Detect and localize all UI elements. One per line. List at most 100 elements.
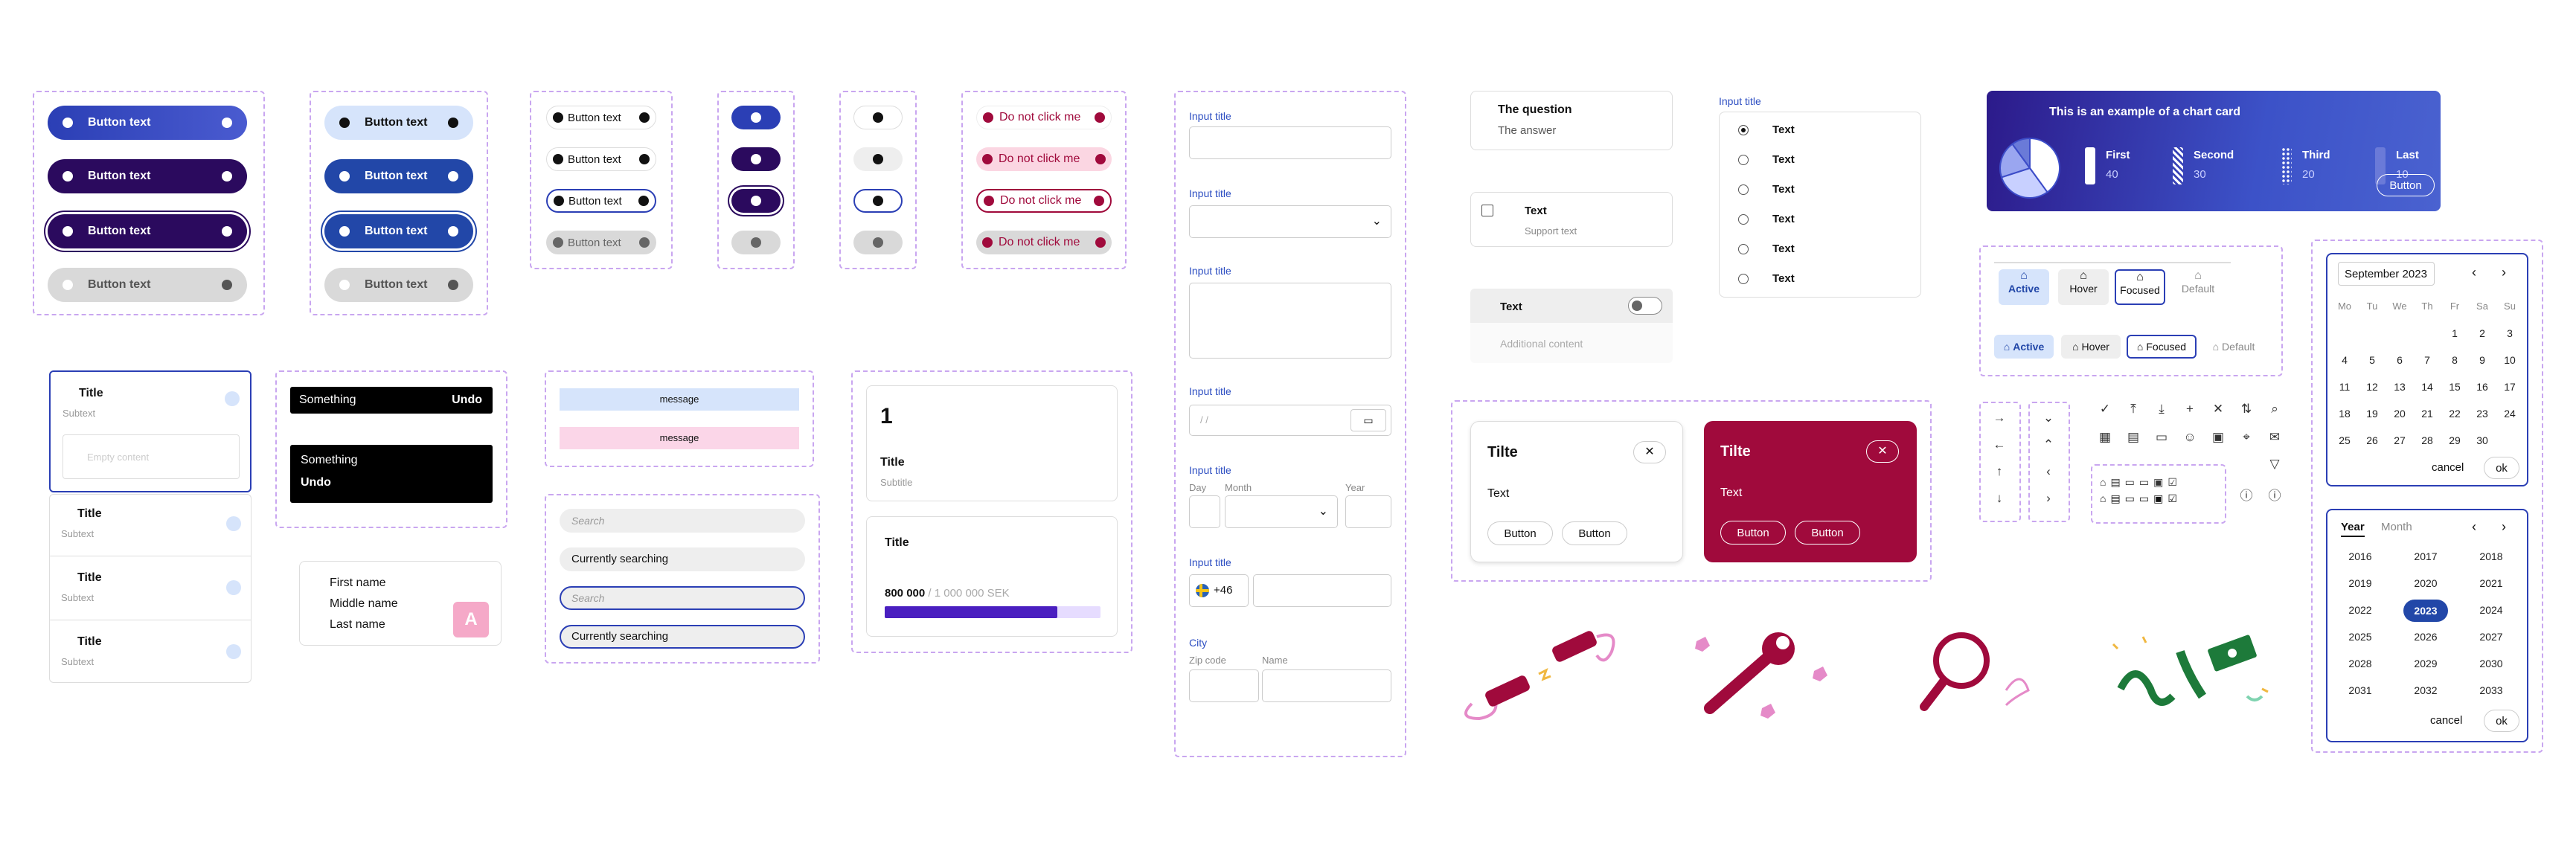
radio-button[interactable] [1738, 214, 1749, 225]
calendar-day[interactable]: 6 [2390, 354, 2409, 366]
calendar-day[interactable]: 2 [2473, 327, 2492, 339]
calendar-day[interactable]: 14 [2418, 381, 2437, 393]
search-input[interactable]: Search [560, 509, 805, 533]
year-option[interactable]: 2025 [2338, 631, 2383, 643]
calendar-day[interactable]: 26 [2362, 434, 2382, 446]
tab-month[interactable]: Month [2381, 521, 2412, 533]
calendar-day[interactable]: 13 [2390, 381, 2409, 393]
chip-active[interactable]: ⌂ Active [1994, 335, 2054, 359]
calendar-day[interactable]: 5 [2362, 354, 2382, 366]
danger-button-disabled[interactable]: Do not click me [976, 231, 1112, 254]
danger-button-hover[interactable]: Do not click me [976, 147, 1112, 171]
nav-item-active[interactable]: ⌂ Active [1999, 269, 2049, 305]
calendar-day[interactable]: 17 [2500, 381, 2519, 393]
chevron-left-icon[interactable]: ‹ [2472, 265, 2476, 280]
danger-button-focused[interactable]: Do not click me [976, 189, 1112, 213]
stat-card[interactable]: 1 Title Subtitle [866, 385, 1118, 501]
year-option[interactable]: 2016 [2338, 550, 2383, 562]
calendar-day[interactable]: 30 [2473, 434, 2492, 446]
focused-button[interactable]: Button text [48, 214, 247, 248]
calendar-day[interactable]: 28 [2418, 434, 2437, 446]
calendar-day[interactable]: 16 [2473, 381, 2492, 393]
year-option[interactable]: 2024 [2469, 604, 2513, 616]
calendar-day[interactable]: 19 [2362, 408, 2382, 420]
year-option[interactable]: 2018 [2469, 550, 2513, 562]
list-item-expanded[interactable]: Title Subtext Empty content [49, 370, 251, 492]
chip-default[interactable]: ⌂ Default [2204, 335, 2263, 359]
icon-button[interactable] [853, 106, 903, 129]
close-icon[interactable]: ✕ [1866, 440, 1899, 463]
tab-year[interactable]: Year [2341, 521, 2365, 537]
calendar-day[interactable]: 25 [2335, 434, 2354, 446]
checkbox[interactable] [1481, 205, 1493, 216]
year-option[interactable]: 2020 [2403, 577, 2448, 589]
checkbox-item[interactable]: Text Support text [1470, 192, 1673, 247]
ok-button[interactable]: ok [2484, 710, 2519, 732]
country-code-select[interactable]: +46 [1189, 574, 1249, 607]
dark-button[interactable]: Button text [48, 159, 247, 193]
arrow-up-icon[interactable]: ↑ [1991, 464, 2008, 479]
list-item[interactable]: Title Subtext [49, 620, 251, 683]
progress-card[interactable]: Title 800 000 / 1 000 000 SEK [866, 516, 1118, 637]
icon-button[interactable] [731, 147, 781, 171]
year-option[interactable]: 2021 [2469, 577, 2513, 589]
chip-focused[interactable]: ⌂ Focused [2127, 335, 2197, 359]
calendar-day[interactable]: 18 [2335, 408, 2354, 420]
icon-button[interactable] [853, 147, 903, 171]
small-button[interactable]: Button text [546, 106, 656, 129]
close-icon[interactable]: ✕ [1633, 441, 1666, 463]
calendar-day[interactable]: 4 [2335, 354, 2354, 366]
chip-hover[interactable]: ⌂ Hover [2061, 335, 2121, 359]
cancel-button[interactable]: cancel [2430, 714, 2462, 727]
secondary-button[interactable]: Button text [324, 106, 473, 140]
calendar-day[interactable]: 1 [2445, 327, 2464, 339]
chevron-left-icon[interactable]: ‹ [2040, 464, 2057, 479]
list-item[interactable]: Title Subtext [49, 492, 251, 556]
date-input[interactable]: / / ▭ [1189, 405, 1391, 436]
calendar-day[interactable]: 3 [2500, 327, 2519, 339]
icon-button-focused[interactable] [853, 189, 903, 213]
list-item[interactable]: Title Subtext [49, 556, 251, 620]
year-option[interactable]: 2028 [2338, 658, 2383, 669]
cancel-button[interactable]: cancel [2432, 461, 2464, 474]
focused-blue-button[interactable]: Button text [324, 214, 473, 248]
chart-card-button[interactable]: Button [2377, 174, 2435, 196]
nav-item-hover[interactable]: ⌂ Hover [2058, 269, 2109, 305]
chevron-left-icon[interactable]: ‹ [2472, 519, 2476, 535]
calendar-day[interactable]: 24 [2500, 408, 2519, 420]
calendar-day[interactable]: 8 [2445, 354, 2464, 366]
calendar-day[interactable]: 22 [2445, 408, 2464, 420]
select-input[interactable]: ⌄ [1189, 205, 1391, 238]
calendar-day[interactable]: 27 [2390, 434, 2409, 446]
year-option[interactable]: 2026 [2403, 631, 2448, 643]
name-input[interactable] [1262, 669, 1391, 702]
primary-button[interactable]: Button text [48, 106, 247, 140]
calendar-day[interactable]: 11 [2335, 381, 2354, 393]
radio-button-selected[interactable] [1738, 125, 1749, 135]
icon-button-disabled[interactable] [731, 231, 781, 254]
modal-button[interactable]: Button [1487, 521, 1553, 545]
calendar-day[interactable]: 29 [2445, 434, 2464, 446]
phone-input[interactable] [1253, 574, 1391, 607]
chevron-right-icon[interactable]: › [2502, 519, 2506, 535]
undo-button[interactable]: Undo [301, 476, 482, 489]
small-button-disabled[interactable]: Button text [546, 231, 656, 254]
calendar-icon[interactable]: ▭ [1351, 409, 1386, 431]
chevron-right-icon[interactable]: › [2040, 491, 2057, 506]
chevron-down-icon[interactable]: ⌄ [2040, 411, 2057, 425]
year-option[interactable]: 2017 [2403, 550, 2448, 562]
text-input[interactable] [1189, 126, 1391, 159]
month-select[interactable]: ⌄ [1225, 495, 1338, 528]
year-option[interactable]: 2022 [2338, 604, 2383, 616]
danger-button[interactable]: Do not click me [976, 106, 1112, 129]
radio-button[interactable] [1738, 274, 1749, 284]
icon-button[interactable] [731, 106, 781, 129]
icon-button-disabled[interactable] [853, 231, 903, 254]
disabled-button[interactable]: Button text [48, 268, 247, 302]
year-option[interactable]: 2032 [2403, 684, 2448, 696]
search-input-focused[interactable]: Search [560, 586, 805, 610]
search-input-focused-filled[interactable]: Currently searching [560, 625, 805, 649]
calendar-day[interactable]: 9 [2473, 354, 2492, 366]
ok-button[interactable]: ok [2484, 457, 2519, 479]
calendar-day[interactable]: 7 [2418, 354, 2437, 366]
